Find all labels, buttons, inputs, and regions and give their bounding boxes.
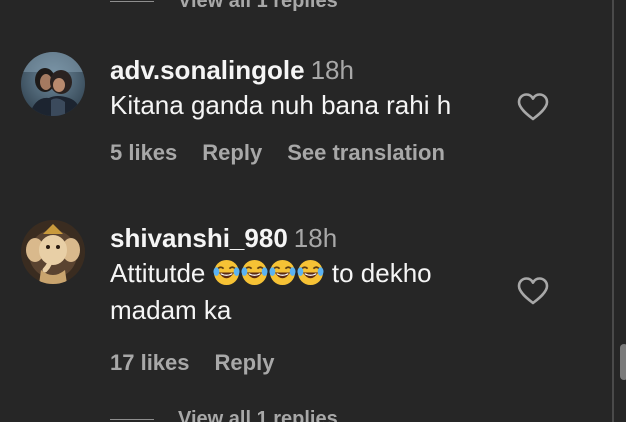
profile-photo-icon xyxy=(21,52,85,116)
comment-text-start: Attitutde xyxy=(110,258,206,288)
reply-button[interactable]: Reply xyxy=(215,350,275,376)
likes-count[interactable]: 5 likes xyxy=(110,140,177,166)
heart-outline-icon xyxy=(517,93,549,121)
comment-text: Attitutde to dekho madam ka xyxy=(110,255,500,329)
username[interactable]: adv.sonalingole xyxy=(110,55,305,85)
view-replies-button[interactable]: View all 1 replies xyxy=(110,408,338,422)
view-replies-button[interactable]: View all 1 replies xyxy=(110,0,338,13)
ganesha-avatar-icon xyxy=(21,220,85,284)
replies-divider xyxy=(110,1,154,2)
laughing-emoji-icon xyxy=(269,259,296,286)
laughing-emoji-icon xyxy=(297,259,324,286)
emoji-group xyxy=(213,258,332,288)
scrollbar-track[interactable] xyxy=(612,0,614,422)
likes-count[interactable]: 17 likes xyxy=(110,350,190,376)
scrollbar-thumb[interactable] xyxy=(620,344,626,380)
laughing-emoji-icon xyxy=(241,259,268,286)
like-button[interactable] xyxy=(516,92,550,122)
comment-body: adv.sonalingole 18h Kitana ganda nuh bana… xyxy=(110,54,500,166)
laughing-emoji-icon xyxy=(213,259,240,286)
username[interactable]: shivanshi_980 xyxy=(110,223,288,253)
timestamp: 18h xyxy=(310,55,354,85)
view-replies-label: View all 1 replies xyxy=(178,0,338,12)
see-translation-button[interactable]: See translation xyxy=(287,140,445,166)
replies-divider xyxy=(110,419,154,420)
comment-actions: 5 likes Reply See translation xyxy=(110,140,500,166)
avatar[interactable] xyxy=(21,220,85,284)
like-button[interactable] xyxy=(516,276,550,306)
reply-button[interactable]: Reply xyxy=(202,140,262,166)
comment-header: adv.sonalingole 18h xyxy=(110,54,500,86)
heart-outline-icon xyxy=(517,277,549,305)
comment-actions: 17 likes Reply xyxy=(110,350,500,376)
avatar[interactable] xyxy=(21,52,85,116)
comments-panel: View all 1 replies adv.sonalingole 18h K… xyxy=(0,0,626,422)
comment-body: shivanshi_980 18h Attitutde to dekho mada… xyxy=(110,222,500,376)
comment-text: Kitana ganda nuh bana rahi h xyxy=(110,90,452,120)
timestamp: 18h xyxy=(293,223,338,253)
view-replies-label: View all 1 replies xyxy=(178,408,338,422)
comment-header: shivanshi_980 18h xyxy=(110,222,500,254)
